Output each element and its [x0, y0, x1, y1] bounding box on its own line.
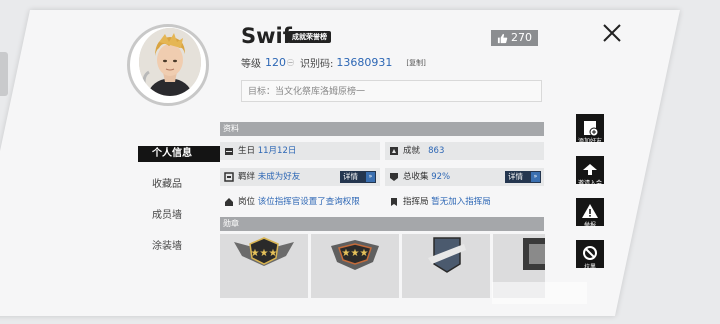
nav-item-skin-wall[interactable]: 涂装墙 [138, 239, 220, 255]
close-icon [603, 24, 621, 42]
command-row: 指挥局 暂无加入指挥局 [385, 193, 544, 211]
collection-icon [390, 173, 398, 181]
medal-partial-icon [523, 238, 545, 270]
achievement-value: 863 [428, 146, 445, 156]
add-friend-label: 添加好友 [577, 138, 602, 145]
achievement-row: 成就 863 [385, 142, 544, 160]
goal-text: 目标：当文化祭库洛姆原榜一 [241, 80, 542, 102]
section-title-info: 资料 [220, 122, 544, 136]
nav-item-label: 涂装墙 [152, 241, 182, 252]
bond-detail-button[interactable]: 详情 » [340, 171, 376, 183]
thumbs-up-icon [497, 33, 508, 43]
home-icon [225, 198, 233, 206]
birthday-value: 11月12日 [257, 146, 297, 156]
watermark-overlay [492, 282, 587, 304]
profile-nav: 个人信息 收藏品 成员墙 涂装墙 [138, 120, 220, 275]
bond-icon [224, 172, 234, 182]
bond-value: 未成为好友 [257, 172, 301, 182]
avatar-portrait [139, 28, 201, 96]
collection-row: 总收集 92% 详情 » [385, 168, 544, 186]
level-value: 120 [265, 56, 286, 69]
level-id-row: 等级 120 ㊀ 识别码: 13680931 [复制] [241, 55, 426, 70]
section-title-medals: 勋章 [220, 217, 544, 231]
svg-text:★★★: ★★★ [342, 248, 369, 259]
post-row: 岗位 该位指挥官设置了查询权限 [220, 193, 380, 211]
block-label: 拉黑 [583, 264, 596, 271]
post-value: 该位指挥官设置了查询权限 [257, 197, 360, 207]
detail-label: 详情 [508, 172, 523, 181]
medal-helmet-icon: ★★★ [331, 240, 379, 270]
detail-label: 详情 [343, 172, 358, 181]
nav-item-member-wall[interactable]: 成员墙 [138, 208, 220, 224]
medal-wings-icon: ★★★ [234, 237, 294, 266]
birthday-row: 生日 11月12日 [220, 142, 380, 160]
nav-item-personal-info[interactable]: 个人信息 [138, 146, 220, 162]
likes-button[interactable]: 270 [491, 30, 538, 46]
collection-value: 92% [431, 172, 451, 182]
medal-shield-icon [428, 237, 466, 273]
close-button[interactable] [601, 22, 623, 44]
nav-item-label: 收藏品 [152, 179, 182, 190]
command-label: 指挥局 [403, 197, 429, 207]
avatar[interactable] [139, 28, 201, 96]
medal-slot[interactable]: ★★★ [220, 234, 308, 298]
level-label: 等级 [241, 59, 261, 70]
bond-row: 羁绊 未成为好友 详情 » [220, 168, 380, 186]
double-arrow-icon: » [531, 172, 540, 182]
side-drawer-handle[interactable] [0, 52, 8, 96]
birthday-label: 生日 [238, 146, 256, 156]
username: Swif [241, 24, 292, 48]
command-value: 暂无加入指挥局 [431, 197, 491, 207]
medal-slot[interactable]: ★★★ [311, 234, 399, 298]
birthday-icon [225, 148, 233, 155]
nav-item-collection[interactable]: 收藏品 [138, 177, 220, 193]
command-bureau-icon [391, 198, 397, 206]
medal-slot[interactable] [402, 234, 490, 298]
bond-label: 羁绊 [238, 172, 256, 182]
report-label: 举报 [583, 222, 596, 229]
collection-label: 总收集 [403, 172, 429, 182]
nav-item-label: 个人信息 [152, 148, 192, 159]
svg-text:★★★: ★★★ [251, 248, 278, 259]
achievement-label: 成就 [403, 146, 421, 156]
id-label: 识别码: [300, 59, 334, 70]
id-value: 13680931 [336, 56, 393, 69]
copy-id-button[interactable]: [复制] [406, 58, 425, 68]
invite-label: 邀请入会 [577, 180, 602, 187]
double-arrow-icon: » [366, 172, 375, 182]
likes-count: 270 [511, 31, 532, 44]
level-badge-icon: ㊀ [287, 58, 294, 67]
achievement-icon [390, 147, 398, 155]
nav-item-label: 成员墙 [152, 210, 182, 221]
post-label: 岗位 [238, 197, 256, 207]
collection-detail-button[interactable]: 详情 » [505, 171, 541, 183]
title-badge: 成就荣誉榜 [288, 31, 331, 43]
